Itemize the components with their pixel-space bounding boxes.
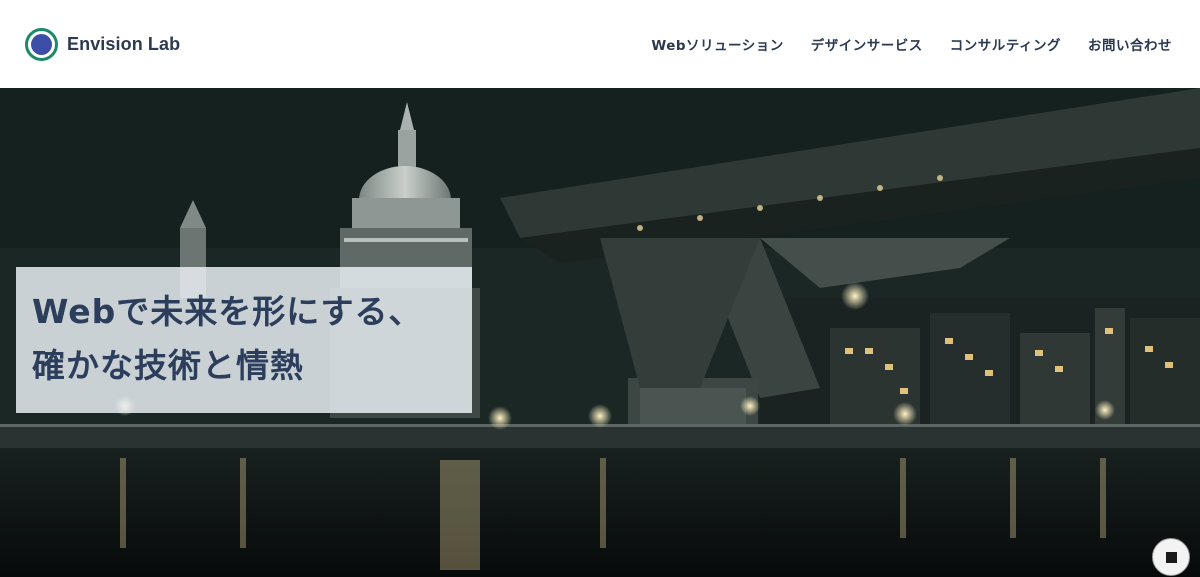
site-header: Envision Lab Webソリューション デザインサービス コンサルティン… xyxy=(0,0,1200,88)
hero-headline-box: Webで未来を形にする、 確かな技術と情熱 xyxy=(16,267,472,413)
brand-link[interactable]: Envision Lab xyxy=(25,27,181,61)
city-skyline xyxy=(760,298,1200,428)
main-nav: Webソリューション デザインサービス コンサルティング お問い合わせ xyxy=(651,34,1172,54)
stop-icon xyxy=(1165,551,1177,563)
nav-item-design-services[interactable]: デザインサービス xyxy=(811,34,923,54)
nav-item-web-solutions[interactable]: Webソリューション xyxy=(651,34,783,54)
nav-item-contact[interactable]: お問い合わせ xyxy=(1088,34,1172,54)
circle-logo-icon xyxy=(25,27,58,61)
hero-headline-line-1: Webで未来を形にする、 xyxy=(32,292,423,331)
hero-section: Webで未来を形にする、 確かな技術と情熱 xyxy=(0,88,1200,577)
brand-name: Envision Lab xyxy=(67,33,181,54)
nav-item-consulting[interactable]: コンサルティング xyxy=(950,34,1061,54)
stop-button[interactable] xyxy=(1152,538,1190,576)
hero-headline-line-2: 確かな技術と情熱 xyxy=(32,346,304,385)
